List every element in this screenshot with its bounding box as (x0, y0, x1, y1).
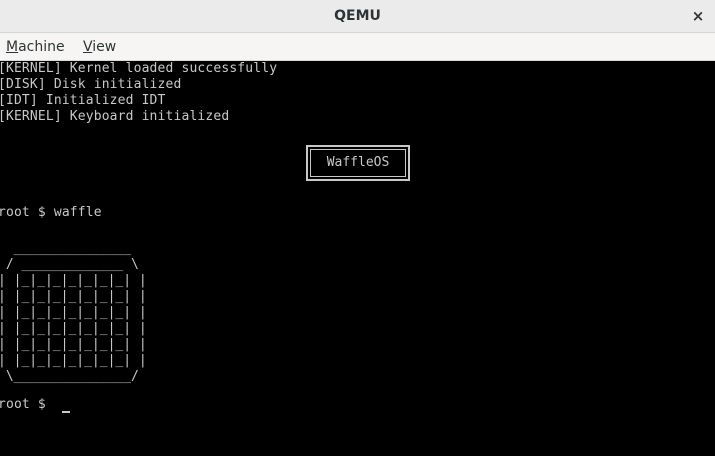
menu-view-label: iew (92, 39, 117, 55)
menu-machine[interactable]: Machine (6, 39, 65, 55)
title-bar[interactable]: QEMU × (0, 0, 715, 33)
waffle-ascii-art: _______________ / _____________ \ | |_|_… (0, 241, 147, 384)
vm-console[interactable]: [KERNEL] Kernel loaded successfully [DIS… (0, 61, 715, 456)
menu-view-mnemonic: V (83, 39, 93, 55)
text-cursor (62, 411, 70, 413)
menu-view[interactable]: View (83, 39, 116, 55)
menu-bar: Machine View (0, 33, 715, 61)
close-button[interactable]: × (689, 7, 707, 25)
boot-log-line: [IDT] Initialized IDT (0, 93, 166, 108)
boot-log-line: [DISK] Disk initialized (0, 77, 182, 92)
os-logo-text: WaffleOS (326, 155, 390, 170)
window-title: QEMU (334, 8, 381, 24)
command-line: root $ waffle (0, 205, 102, 220)
boot-log-line: [KERNEL] Kernel loaded successfully (0, 61, 278, 76)
close-icon: × (691, 7, 705, 25)
menu-machine-label: achine (18, 39, 65, 55)
qemu-window: QEMU × Machine View [KERNEL] Kernel load… (0, 0, 715, 456)
os-logo-box: WaffleOS (306, 145, 410, 181)
boot-log-line: [KERNEL] Keyboard initialized (0, 109, 230, 124)
shell-prompt: root $ (0, 397, 54, 412)
menu-machine-mnemonic: M (6, 39, 19, 55)
